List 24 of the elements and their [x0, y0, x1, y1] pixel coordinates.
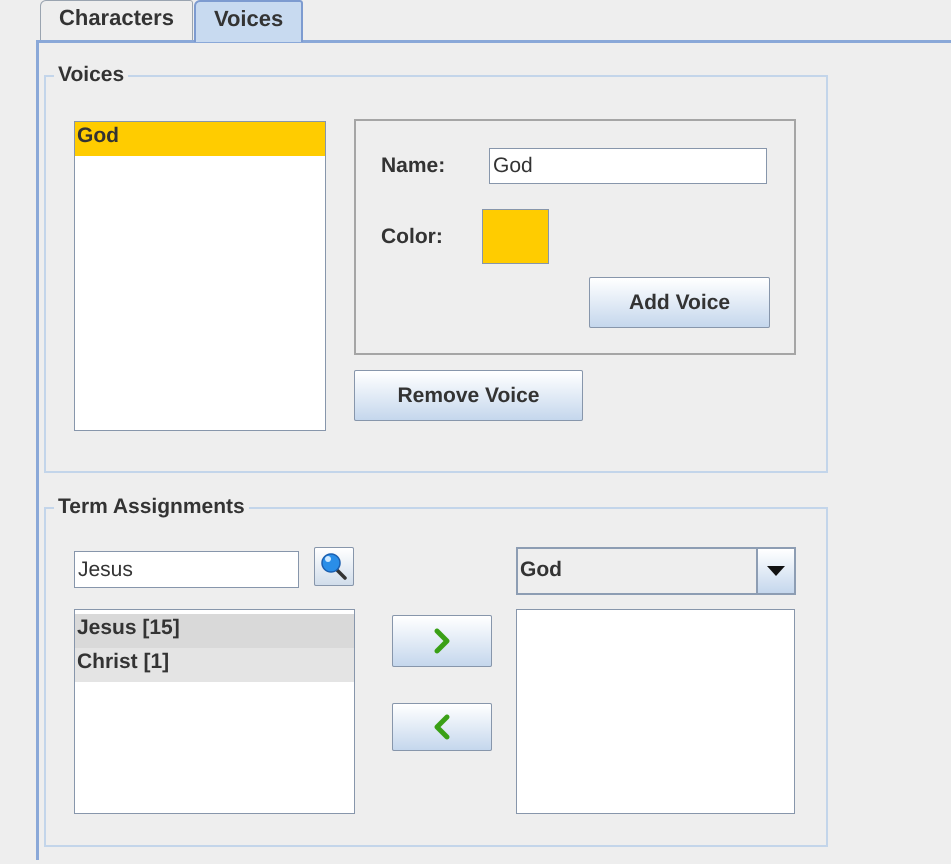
chevron-left-icon	[433, 714, 451, 740]
tab[interactable]: Voices	[194, 0, 304, 42]
name-field[interactable]: God	[489, 148, 767, 184]
remove-voice-button[interactable]: Remove Voice	[354, 370, 583, 421]
tab[interactable]: Characters	[40, 0, 193, 40]
color-label: Color:	[381, 224, 444, 248]
unassign-button[interactable]	[392, 703, 492, 751]
assign-button[interactable]	[392, 615, 492, 667]
chevron-right-icon	[433, 628, 451, 654]
voice-list[interactable]: God	[74, 121, 326, 431]
group-title: Term Assignments	[54, 495, 249, 519]
term-list[interactable]: Jesus [15] Christ [1]	[74, 609, 355, 814]
term-item[interactable]: Jesus [15]	[75, 614, 354, 648]
name-label: Name:	[381, 154, 446, 178]
search-icon	[319, 552, 349, 582]
dropdown-arrow-icon	[767, 566, 785, 576]
dropdown-value: God	[519, 557, 563, 583]
add-voice-button[interactable]: Add Voice	[589, 277, 770, 328]
color-swatch[interactable]	[482, 209, 549, 264]
search-field[interactable]: Jesus	[74, 551, 299, 588]
voice-dropdown[interactable]: God	[516, 547, 796, 595]
search-button[interactable]	[314, 547, 354, 586]
term-item[interactable]: Christ [1]	[75, 648, 354, 682]
voice-item[interactable]: God	[75, 122, 325, 156]
